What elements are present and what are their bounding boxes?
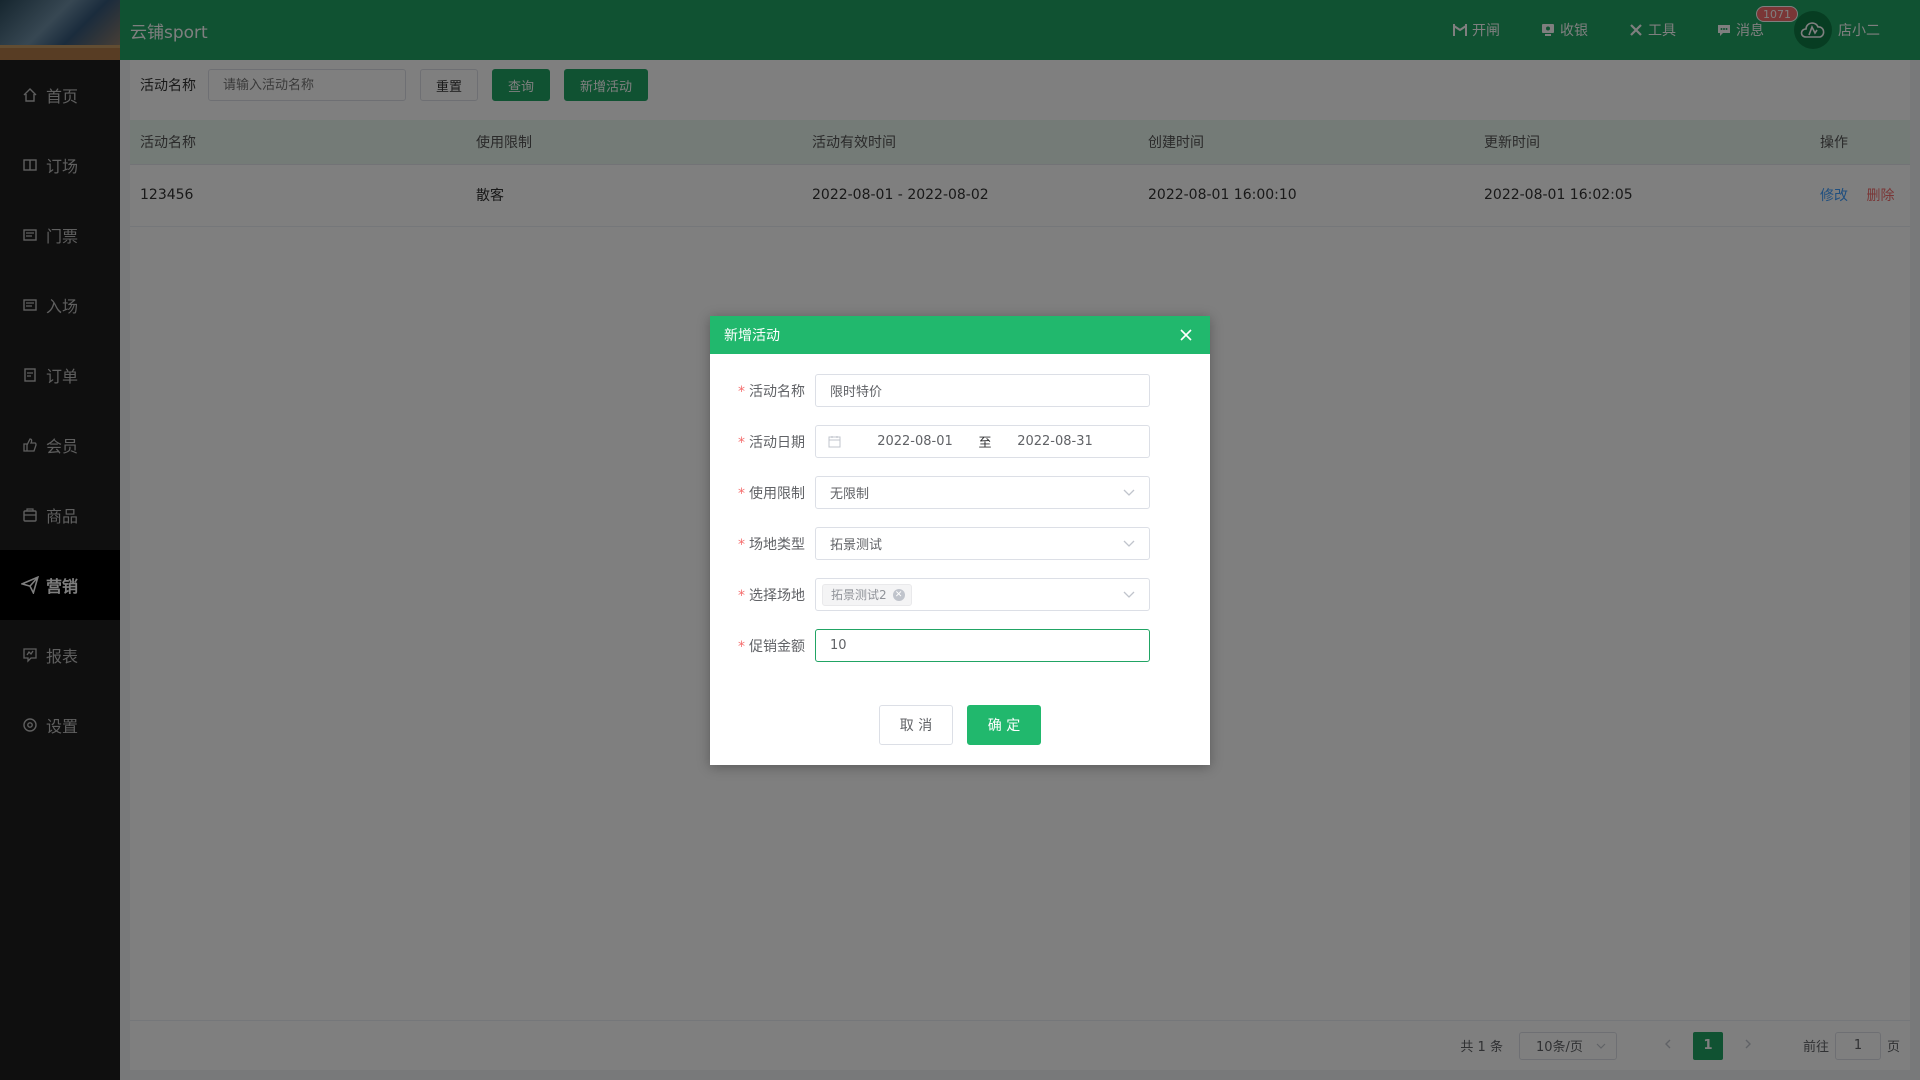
close-icon[interactable]: [1178, 327, 1194, 343]
dialog-form: * 活动名称 限时特价 * 活动日期 2022-08-01 至 2022-08-31…: [710, 354, 1210, 662]
form-row-amount: * 促销金额 10: [710, 629, 1210, 662]
form-row-limit: * 使用限制 无限制: [710, 476, 1210, 509]
dialog-header: 新增活动: [710, 316, 1210, 354]
form-label: * 选择场地: [738, 587, 805, 604]
chevron-down-icon: [1123, 485, 1135, 500]
form-row-name: * 活动名称 限时特价: [710, 374, 1210, 407]
calendar-icon: [828, 435, 844, 448]
dialog-footer: 取 消 确 定: [710, 705, 1210, 745]
chevron-down-icon: [1123, 536, 1135, 551]
add-activity-dialog: 新增活动 * 活动名称 限时特价 * 活动日期 2022-08-01 至 2022-…: [710, 316, 1210, 765]
venue-tag: 拓景测试2 ✕: [822, 583, 912, 606]
form-label: * 活动名称: [738, 383, 805, 400]
form-label: * 促销金额: [738, 638, 805, 655]
form-label: * 活动日期: [738, 434, 805, 451]
usage-limit-select[interactable]: 无限制: [815, 476, 1150, 509]
confirm-button[interactable]: 确 定: [967, 705, 1041, 745]
end-date[interactable]: 2022-08-31: [1000, 434, 1110, 449]
dialog-title: 新增活动: [724, 328, 780, 344]
form-row-venue: * 选择场地 拓景测试2 ✕: [710, 578, 1210, 611]
tag-close-icon[interactable]: ✕: [892, 588, 905, 601]
form-row-date: * 活动日期 2022-08-01 至 2022-08-31: [710, 425, 1210, 458]
date-separator: 至: [978, 436, 992, 451]
form-label: * 场地类型: [738, 536, 805, 553]
promo-amount-input[interactable]: 10: [815, 629, 1150, 662]
venue-type-select[interactable]: 拓景测试: [815, 527, 1150, 560]
start-date[interactable]: 2022-08-01: [860, 434, 970, 449]
form-label: * 使用限制: [738, 485, 805, 502]
cancel-button[interactable]: 取 消: [879, 705, 953, 745]
date-range-picker[interactable]: 2022-08-01 至 2022-08-31: [815, 425, 1150, 458]
chevron-down-icon: [1123, 587, 1135, 602]
form-row-venue-type: * 场地类型 拓景测试: [710, 527, 1210, 560]
venue-multi-select[interactable]: 拓景测试2 ✕: [815, 578, 1150, 611]
activity-name-input[interactable]: 限时特价: [815, 374, 1150, 407]
